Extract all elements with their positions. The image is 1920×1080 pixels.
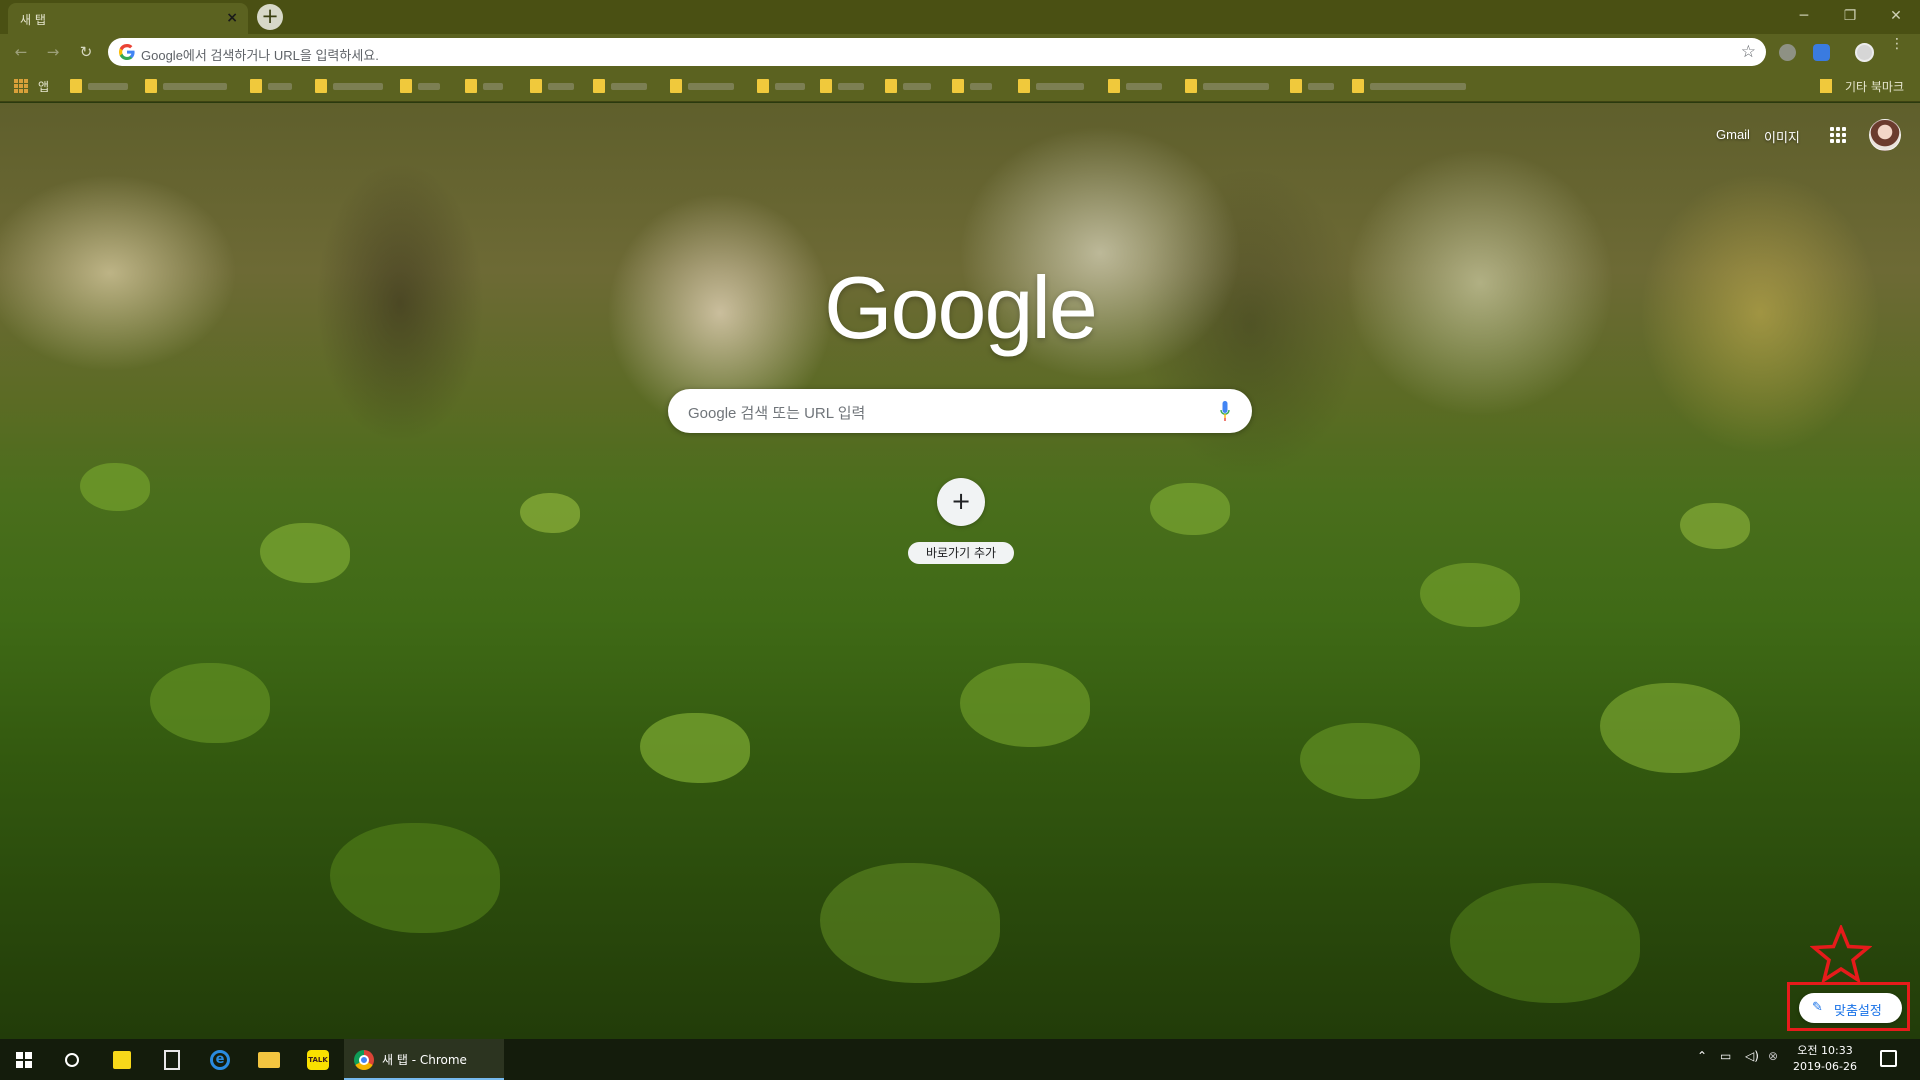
kakaotalk-icon: TALK xyxy=(307,1049,329,1070)
internet-explorer-icon: e xyxy=(210,1049,230,1070)
internet-explorer-app[interactable]: e xyxy=(196,1039,244,1080)
taskbar-clock[interactable]: 오전 10:33 2019-06-26 xyxy=(1783,1043,1867,1075)
google-apps-icon[interactable] xyxy=(1830,127,1846,143)
chrome-icon xyxy=(354,1050,374,1070)
add-shortcut-button[interactable]: + xyxy=(937,478,985,526)
search-placeholder: Google 검색 또는 URL 입력 xyxy=(688,405,866,422)
address-bar[interactable]: Google에서 검색하거나 URL을 입력하세요. ☆ xyxy=(108,38,1766,66)
clock-date: 2019-06-26 xyxy=(1793,1060,1857,1073)
account-avatar[interactable] xyxy=(1869,119,1901,151)
images-link[interactable]: 이미지 xyxy=(1764,127,1800,146)
sticky-notes-app[interactable] xyxy=(98,1039,146,1080)
customize-button[interactable]: ✎ 맞춤설정 xyxy=(1799,993,1902,1023)
address-bar-placeholder: Google에서 검색하거나 URL을 입력하세요. xyxy=(141,48,379,63)
calculator-app[interactable] xyxy=(148,1039,196,1080)
forward-icon[interactable]: → xyxy=(42,41,64,63)
star-annotation-icon xyxy=(1810,925,1872,983)
network-icon[interactable]: ▭ xyxy=(1720,1049,1731,1063)
taskbar-chrome-label: 새 탭 - Chrome xyxy=(382,1053,467,1067)
browser-toolbar: ← → ↻ Google에서 검색하거나 URL을 입력하세요. ☆ ⋮ xyxy=(0,34,1920,70)
bookmark-star-icon[interactable]: ☆ xyxy=(1741,42,1756,62)
taskbar-search-button[interactable] xyxy=(48,1039,96,1080)
notification-center-icon[interactable] xyxy=(1880,1050,1897,1067)
other-bookmarks-folder-icon xyxy=(1820,79,1832,93)
back-icon[interactable]: ← xyxy=(10,41,32,63)
new-tab-page xyxy=(0,103,1920,1039)
menu-dots-icon[interactable]: ⋮ xyxy=(1890,37,1904,51)
status-x-icon[interactable]: ⊗ xyxy=(1768,1049,1778,1063)
google-g-icon xyxy=(119,44,135,60)
apps-grid-icon[interactable] xyxy=(14,79,28,93)
profile-icon[interactable] xyxy=(1855,43,1874,62)
extension-icon-2[interactable] xyxy=(1813,44,1830,61)
minimize-icon[interactable]: ─ xyxy=(1794,6,1814,26)
new-tab-button[interactable]: + xyxy=(257,4,283,30)
google-logo: Google xyxy=(824,258,1098,357)
volume-icon[interactable]: ◁) xyxy=(1745,1049,1759,1063)
extension-icon-1[interactable] xyxy=(1779,44,1796,61)
kakaotalk-app[interactable]: TALK xyxy=(294,1039,342,1080)
close-window-icon[interactable]: ✕ xyxy=(1886,6,1906,26)
windows-logo-icon xyxy=(16,1051,32,1068)
microphone-icon[interactable] xyxy=(1220,401,1230,421)
gmail-link[interactable]: Gmail xyxy=(1716,127,1750,142)
file-explorer-app[interactable] xyxy=(245,1039,293,1080)
calculator-icon xyxy=(164,1049,180,1070)
restore-icon[interactable]: ❐ xyxy=(1840,6,1860,26)
tab-new-tab[interactable]: 새 탭 × xyxy=(8,3,248,34)
tab-close-icon[interactable]: × xyxy=(226,10,238,26)
tab-title: 새 탭 xyxy=(20,13,46,27)
other-bookmarks[interactable]: 기타 북마크 xyxy=(1845,78,1904,95)
add-shortcut-label[interactable]: 바로가기 추가 xyxy=(908,542,1014,564)
bookmarks-bar: 앱 기타 북마크 xyxy=(0,70,1920,102)
tray-chevron-icon[interactable]: ⌃ xyxy=(1697,1049,1707,1063)
ntp-search-box[interactable]: Google 검색 또는 URL 입력 xyxy=(668,389,1252,433)
reload-icon[interactable]: ↻ xyxy=(75,41,97,63)
customize-label: 맞춤설정 xyxy=(1834,1004,1882,1019)
start-button[interactable] xyxy=(0,1039,48,1080)
title-bar: 새 탭 × + ─ ❐ ✕ xyxy=(0,0,1920,34)
clock-time: 오전 10:33 xyxy=(1797,1044,1853,1057)
search-icon xyxy=(65,1052,79,1067)
windows-taskbar: e TALK 새 탭 - Chrome ⌃ ▭ ◁) ⊗ 오전 10:33 20… xyxy=(0,1039,1920,1080)
sticky-notes-icon xyxy=(113,1050,131,1069)
folder-icon xyxy=(258,1051,280,1068)
apps-label[interactable]: 앱 xyxy=(38,78,49,95)
pencil-icon: ✎ xyxy=(1812,1000,1823,1015)
taskbar-chrome-window[interactable]: 새 탭 - Chrome xyxy=(344,1039,504,1080)
